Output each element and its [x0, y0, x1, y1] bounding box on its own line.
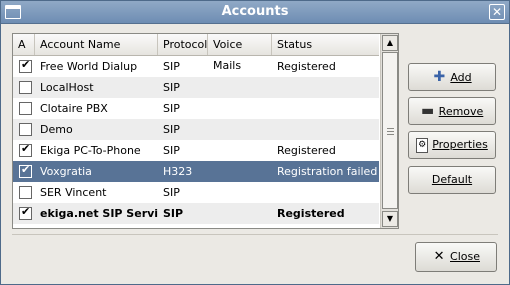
- enabled-checkbox[interactable]: ✔: [19, 205, 32, 220]
- add-button[interactable]: ✚ Add: [408, 63, 496, 91]
- column-header-status[interactable]: Status: [272, 34, 379, 55]
- table-row[interactable]: SER Vincent SIP: [13, 182, 379, 203]
- properties-button[interactable]: ⚙ Properties: [408, 131, 496, 159]
- table-row[interactable]: Demo SIP: [13, 119, 379, 140]
- cell-protocol: H323: [163, 165, 193, 178]
- properties-icon: ⚙: [416, 137, 429, 153]
- checkmark-icon: ✔: [21, 58, 31, 71]
- cell-name: Clotaire PBX: [40, 102, 108, 115]
- cell-protocol: SIP: [163, 60, 180, 73]
- column-header-active[interactable]: A: [13, 34, 35, 55]
- cell-status: [272, 182, 379, 203]
- cell-voicemails: [208, 203, 272, 224]
- scroll-up-button[interactable]: ▲: [382, 35, 398, 51]
- scroll-down-button[interactable]: ▼: [382, 211, 398, 227]
- table-row[interactable]: ✔ Free World Dialup SIP Registered: [13, 56, 379, 77]
- cell-status: [272, 77, 379, 98]
- cell-status: Registered: [277, 207, 345, 220]
- cell-voicemails: [208, 182, 272, 203]
- enabled-checkbox[interactable]: ✔: [19, 58, 32, 73]
- thumb-grip: [387, 134, 394, 135]
- close-icon[interactable]: ✕: [489, 4, 505, 20]
- cell-status: [272, 119, 379, 140]
- accounts-list: A Account Name Protocol Voice Mails Stat…: [12, 33, 399, 229]
- titlebar[interactable]: Accounts ✕: [1, 1, 509, 24]
- checkmark-icon: ✔: [21, 205, 31, 218]
- cell-voicemails: [208, 119, 272, 140]
- separator: [12, 234, 498, 235]
- column-header-account-name[interactable]: Account Name: [35, 34, 158, 55]
- enabled-checkbox[interactable]: ✔: [19, 142, 32, 157]
- table-row[interactable]: LocalHost SIP: [13, 77, 379, 98]
- window-title: Accounts: [221, 4, 289, 19]
- cell-voicemails: [208, 140, 272, 161]
- scroll-thumb[interactable]: [382, 52, 398, 209]
- cell-status: Registered: [277, 60, 336, 73]
- close-button[interactable]: ✕ Close: [415, 242, 497, 272]
- cell-protocol: SIP: [163, 207, 184, 220]
- cell-protocol: SIP: [163, 123, 180, 136]
- column-header-protocol[interactable]: Protocol: [158, 34, 208, 55]
- enabled-checkbox[interactable]: ✔: [19, 163, 32, 178]
- cell-name: SER Vincent: [40, 186, 107, 199]
- plus-icon: ✚: [433, 69, 446, 85]
- accounts-window: Accounts ✕ A Account Name Protocol Voice…: [0, 0, 510, 285]
- cell-name: ekiga.net SIP Service: [40, 207, 158, 220]
- cell-protocol: SIP: [163, 186, 180, 199]
- cell-voicemails: [208, 161, 272, 182]
- cell-name: LocalHost: [40, 81, 94, 94]
- cell-name: Demo: [40, 123, 73, 136]
- cell-protocol: SIP: [163, 144, 180, 157]
- table-row[interactable]: ✔ Ekiga PC-To-Phone SIP Registered: [13, 140, 379, 161]
- cell-status: [272, 98, 379, 119]
- minus-icon: ▬: [421, 103, 435, 119]
- remove-button[interactable]: ▬ Remove: [408, 97, 496, 125]
- checkmark-icon: ✔: [21, 142, 31, 155]
- list-header: A Account Name Protocol Voice Mails Stat…: [13, 34, 379, 72]
- cell-protocol: SIP: [163, 81, 180, 94]
- cell-status: Registration failed: [277, 165, 378, 178]
- column-header-voice-mails[interactable]: Voice Mails: [208, 34, 272, 72]
- checkmark-icon: ✔: [21, 163, 31, 176]
- table-row[interactable]: ✔ Voxgratia H323 Registration failed: [13, 161, 379, 182]
- vertical-scrollbar[interactable]: ▲ ▼: [380, 34, 398, 228]
- cell-name: Ekiga PC-To-Phone: [40, 144, 141, 157]
- thumb-grip: [387, 131, 394, 132]
- cell-name: Voxgratia: [40, 165, 92, 178]
- table-row[interactable]: ✔ ekiga.net SIP Service SIP Registered: [13, 203, 379, 224]
- cell-voicemails: [208, 98, 272, 119]
- thumb-grip: [387, 128, 394, 129]
- cell-protocol: SIP: [163, 102, 180, 115]
- enabled-checkbox[interactable]: [19, 186, 32, 199]
- cell-name: Free World Dialup: [40, 60, 138, 73]
- cell-voicemails: [208, 56, 272, 77]
- default-button[interactable]: Default: [408, 166, 496, 194]
- close-x-icon: ✕: [433, 249, 445, 264]
- cell-status: Registered: [277, 144, 336, 157]
- table-row[interactable]: Clotaire PBX SIP: [13, 98, 379, 119]
- enabled-checkbox[interactable]: [19, 102, 32, 115]
- enabled-checkbox[interactable]: [19, 123, 32, 136]
- enabled-checkbox[interactable]: [19, 81, 32, 94]
- cell-voicemails: [208, 77, 272, 98]
